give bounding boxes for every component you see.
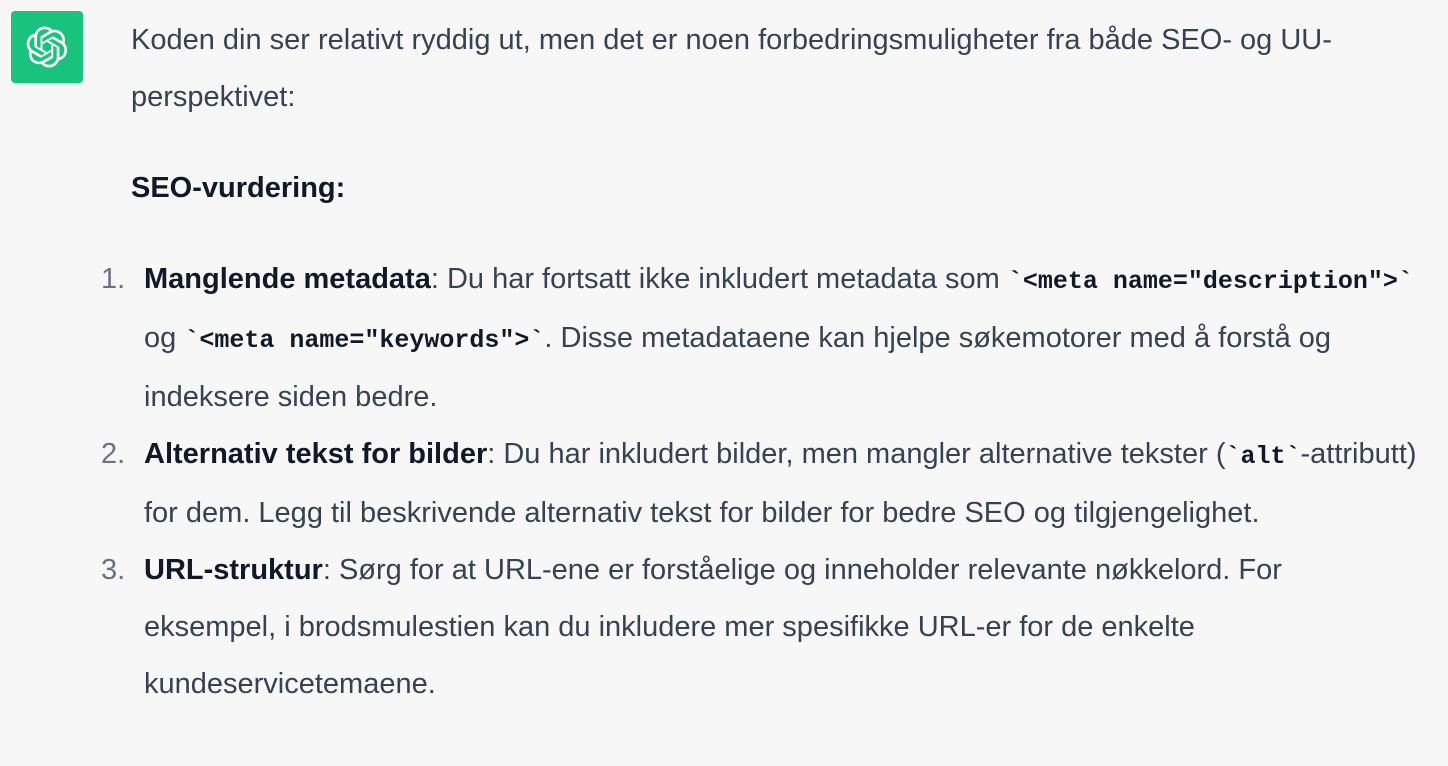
list-term: Manglende metadata <box>144 263 431 295</box>
seo-heading: SEO-vurdering: <box>131 172 346 204</box>
list-number: 1. <box>101 263 126 295</box>
inline-code: `alt` <box>1225 442 1301 471</box>
assistant-message: Koden din ser relativt ryddig ut, men de… <box>101 12 1421 713</box>
list-item: 3. URL-struktur: Sørg for at URL-ene er f… <box>101 542 1421 713</box>
inline-code: `<meta name="keywords">` <box>184 326 545 355</box>
list-item: 1. Manglende metadata: Du har fortsatt ik… <box>101 251 1421 426</box>
assistant-avatar <box>11 11 83 83</box>
list-item: 2. Alternativ tekst for bilder: Du har in… <box>101 426 1421 542</box>
list-number: 3. <box>101 554 126 586</box>
list-term: Alternativ tekst for bilder <box>144 438 488 470</box>
list-text: og <box>144 322 185 354</box>
list-text: : Du har inkludert bilder, men mangler a… <box>487 438 1226 470</box>
openai-logo-icon <box>26 26 68 68</box>
list-number: 2. <box>101 438 126 470</box>
list-text: : Du har fortsatt ikke inkludert metadat… <box>430 263 1008 295</box>
message-intro: Koden din ser relativt ryddig ut, men de… <box>131 24 1332 113</box>
inline-code: `<meta name="description">` <box>1007 267 1413 296</box>
seo-points-list: 1. Manglende metadata: Du har fortsatt ik… <box>101 251 1421 713</box>
list-term: URL-struktur <box>144 554 323 586</box>
